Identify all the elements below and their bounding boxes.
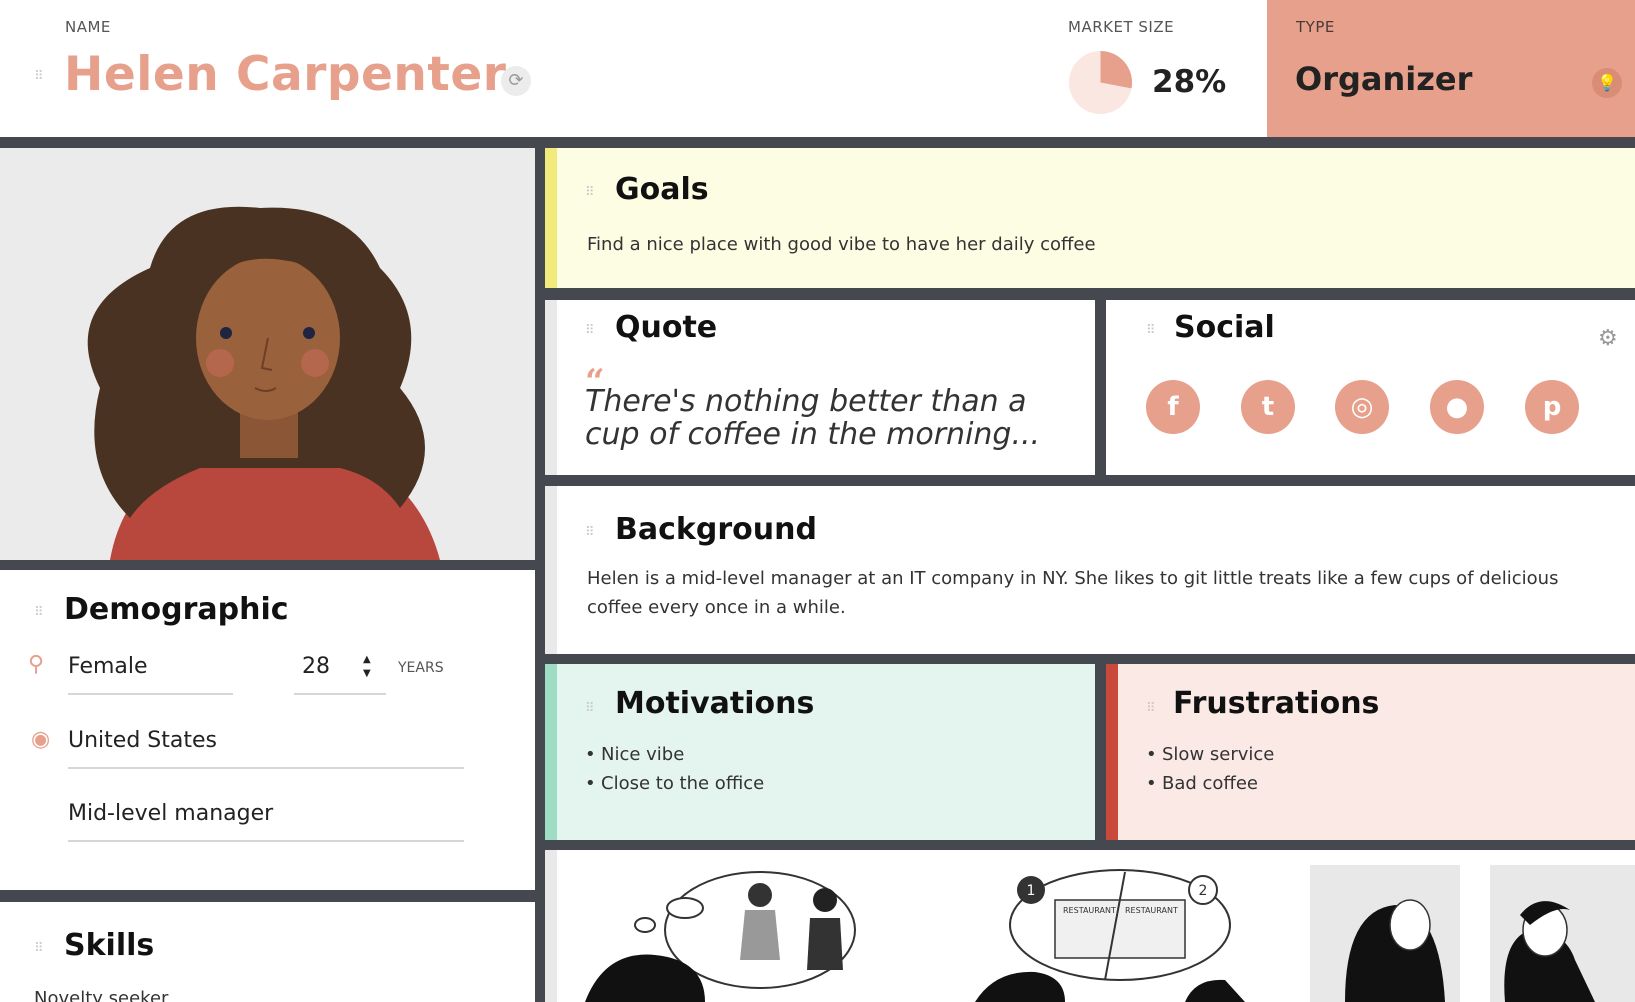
motivations-accent-bar [545,664,557,840]
market-size-label: MARKET SIZE [1068,18,1175,36]
quote-text[interactable]: There's nothing better than a cup of cof… [585,385,1075,451]
background-title: Background [615,512,817,547]
goals-title: Goals [615,172,709,207]
twitter-icon[interactable]: t [1241,380,1295,434]
female-gender-icon: ⚲ [28,652,45,677]
quote-side-strip [545,300,557,475]
location-field[interactable]: United States [68,728,217,753]
list-item[interactable]: Close to the office [585,769,764,798]
list-item[interactable]: Bad coffee [1146,769,1274,798]
drag-handle-icon[interactable]: ⠿ [1146,702,1155,715]
drag-handle-icon[interactable]: ⠿ [34,942,43,955]
age-stepper[interactable]: ▲ ▼ [363,653,371,681]
thought-bubble-restaurant: RESTAURANT RESTAURANT 1 2 [975,869,1245,1002]
persona-header: NAME ⠿ Helen Carpenter ⟳ MARKET SIZE 28%… [0,0,1635,137]
scenario-illustration-panel[interactable]: RESTAURANT RESTAURANT 1 2 [545,850,1635,1002]
drag-handle-icon[interactable]: ⠿ [1146,324,1155,337]
social-title: Social [1174,310,1275,345]
skill-item[interactable]: Novelty seeker [34,984,168,1002]
location-pin-icon[interactable]: ● [1430,380,1484,434]
lightbulb-icon[interactable]: 💡 [1592,68,1622,98]
drag-handle-icon[interactable]: ⠿ [585,186,594,199]
name-label: NAME [65,18,111,36]
skills-title: Skills [64,928,155,963]
avatar-illustration [87,206,440,560]
gender-underline [68,693,233,695]
pinterest-icon[interactable]: p [1525,380,1579,434]
restaurant-sign-right: RESTAURANT [1125,906,1178,915]
refresh-icon[interactable]: ⟳ [501,66,531,96]
frustrations-list: Slow service Bad coffee [1146,740,1274,798]
drag-handle-icon[interactable]: ⠿ [34,606,43,619]
goals-accent-bar [545,148,557,288]
facebook-icon[interactable]: f [1146,380,1200,434]
motivations-panel: ⠿ Motivations Nice vibe Close to the off… [545,664,1095,840]
social-panel: ⠿ Social ⚙ f t ◎ ● p [1106,300,1635,475]
drag-handle-icon[interactable]: ⠿ [585,324,594,337]
years-label: YEARS [398,660,444,676]
skills-panel: ⠿ Skills Novelty seeker [0,902,535,1002]
list-item[interactable]: Nice vibe [585,740,764,769]
frustrations-title: Frustrations [1173,686,1380,721]
motivations-list: Nice vibe Close to the office [585,740,764,798]
drag-handle-icon[interactable]: ⠿ [585,702,594,715]
motivations-title: Motivations [615,686,815,721]
type-box: TYPE Organizer 💡 [1267,0,1635,137]
frustrations-accent-bar [1106,664,1118,840]
background-text[interactable]: Helen is a mid-level manager at an IT co… [587,564,1597,622]
occupation-field[interactable]: Mid-level manager [68,801,273,826]
restaurant-sign-left: RESTAURANT [1063,906,1116,915]
couple-scene [1310,865,1635,1002]
age-field[interactable]: 28 [302,654,330,679]
avatar[interactable] [0,148,535,560]
market-size-pie [1068,50,1133,115]
quote-panel: ⠿ Quote “ There's nothing better than a … [545,300,1095,475]
bubble-number-one: 1 [1027,883,1036,899]
market-size-value[interactable]: 28% [1152,64,1226,100]
illustration-side-strip [545,850,557,1002]
background-panel: ⠿ Background Helen is a mid-level manage… [545,486,1635,654]
location-underline [68,767,464,769]
gender-field[interactable]: Female [68,654,148,679]
demographic-panel: ⠿ Demographic ⚲ Female 28 ▲ ▼ YEARS ◉ Uni… [0,570,535,890]
occupation-underline [68,840,464,842]
location-pin-icon: ◉ [31,727,51,752]
list-item[interactable]: Slow service [1146,740,1274,769]
pie-slice [1100,50,1133,89]
gear-icon[interactable]: ⚙ [1598,326,1618,351]
persona-name[interactable]: Helen Carpenter [64,47,506,102]
bubble-number-two: 2 [1199,883,1208,899]
demographic-title: Demographic [64,592,289,627]
instagram-icon[interactable]: ◎ [1335,380,1389,434]
type-value[interactable]: Organizer [1295,60,1472,98]
scenario-illustration: RESTAURANT RESTAURANT 1 2 [585,865,1635,1002]
drag-handle-icon[interactable]: ⠿ [34,70,43,83]
thought-bubble-couple [585,871,856,1002]
goals-panel: ⠿ Goals Find a nice place with good vibe… [545,148,1635,288]
age-underline [294,693,386,695]
type-label: TYPE [1296,18,1335,36]
drag-handle-icon[interactable]: ⠿ [585,526,594,539]
quote-title: Quote [615,310,718,345]
frustrations-panel: ⠿ Frustrations Slow service Bad coffee [1106,664,1635,840]
background-side-strip [545,486,557,654]
goals-text[interactable]: Find a nice place with good vibe to have… [587,230,1096,259]
